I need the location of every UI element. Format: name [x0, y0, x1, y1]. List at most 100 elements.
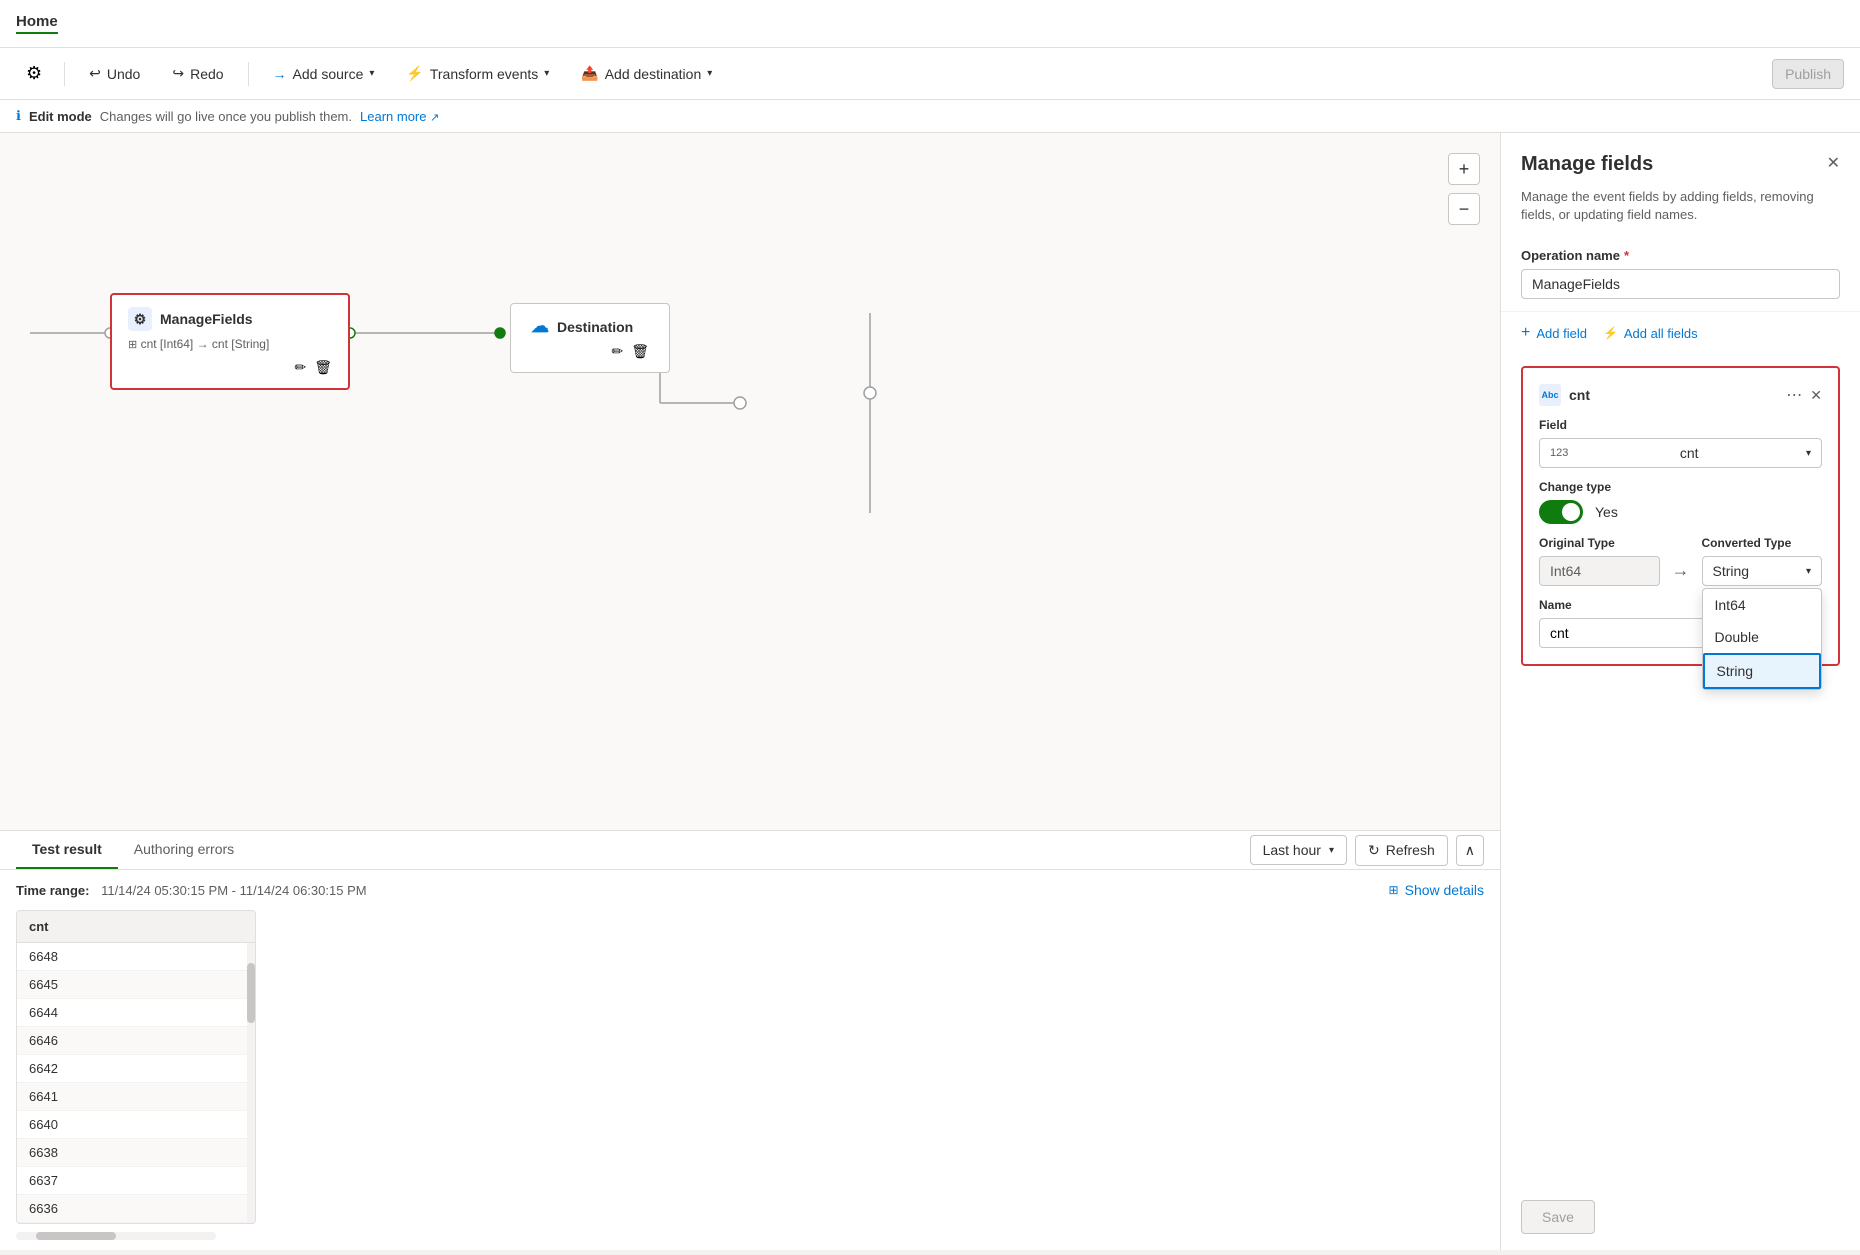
save-section: Save — [1501, 1184, 1860, 1250]
dropdown-item-double[interactable]: Double — [1703, 621, 1822, 653]
transform-events-label: Transform events — [430, 66, 538, 82]
cnt-field-header: Abc cnt ⋯ ✕ — [1539, 384, 1822, 406]
settings-button[interactable]: ⚙ — [16, 57, 52, 90]
undo-button[interactable]: Undo — [77, 59, 152, 88]
operation-name-label: Operation name * — [1521, 248, 1840, 263]
table-row: 6646 — [17, 1027, 255, 1055]
field-select-value: cnt — [1680, 445, 1699, 461]
add-destination-icon: 📤 — [581, 65, 598, 82]
manage-fields-node[interactable]: ⚙ ManageFields ⊞ cnt [Int64] → cnt [Stri… — [110, 293, 350, 390]
refresh-icon: ↻ — [1368, 842, 1380, 859]
delete-destination-button[interactable]: 🗑 — [631, 343, 649, 360]
delete-node-button[interactable]: 🗑 — [314, 359, 332, 376]
table-row: 6637 — [17, 1167, 255, 1195]
redo-icon — [172, 65, 184, 82]
cnt-more-options-button[interactable]: ⋯ — [1786, 385, 1802, 405]
original-type-label: Original Type — [1539, 536, 1660, 550]
original-type-col: Original Type Int64 — [1539, 536, 1660, 586]
zoom-in-button[interactable]: + — [1448, 153, 1480, 185]
external-link-icon: ↗ — [430, 112, 439, 124]
change-type-label: Change type — [1539, 480, 1822, 494]
add-source-button[interactable]: → Add source ▾ — [261, 60, 387, 88]
manage-fields-node-title: ManageFields — [160, 311, 253, 327]
time-range-row: Time range: 11/14/24 05:30:15 PM - 11/14… — [16, 882, 1484, 898]
last-hour-label: Last hour — [1263, 842, 1321, 858]
cnt-field-title-row: Abc cnt — [1539, 384, 1590, 406]
type-row: Original Type Int64 → Converted Type Str… — [1539, 536, 1822, 586]
bottom-tabs: Test result Authoring errors Last hour ▾… — [0, 831, 1500, 870]
destination-node-actions: ✏ 🗑 — [531, 343, 649, 360]
save-button[interactable]: Save — [1521, 1200, 1595, 1234]
converted-type-value: String — [1713, 563, 1750, 579]
close-right-panel-button[interactable]: ✕ — [1827, 153, 1840, 173]
redo-label: Redo — [190, 66, 223, 82]
main-layout: ⚙ ManageFields ⊞ cnt [Int64] → cnt [Stri… — [0, 133, 1860, 1250]
change-type-toggle[interactable] — [1539, 500, 1583, 524]
tab-authoring-errors[interactable]: Authoring errors — [118, 831, 250, 869]
cnt-field-name: cnt — [1569, 387, 1590, 403]
edit-destination-button[interactable]: ✏ — [611, 343, 623, 360]
redo-button[interactable]: Redo — [160, 59, 235, 88]
add-all-fields-label: Add all fields — [1624, 326, 1698, 341]
cnt-close-button[interactable]: ✕ — [1810, 387, 1822, 404]
top-bar: Home — [0, 0, 1860, 48]
canvas[interactable]: ⚙ ManageFields ⊞ cnt [Int64] → cnt [Stri… — [0, 133, 1500, 830]
add-destination-label: Add destination — [605, 66, 702, 82]
manage-fields-icon: ⚙ — [128, 307, 152, 331]
original-type-value: Int64 — [1539, 556, 1660, 586]
home-tab[interactable]: Home — [16, 13, 58, 34]
edit-node-button[interactable]: ✏ — [294, 359, 306, 376]
time-range-dropdown[interactable]: Last hour ▾ — [1250, 835, 1347, 865]
cnt-field-actions: ⋯ ✕ — [1786, 385, 1822, 405]
transform-chevron-icon: ▾ — [544, 68, 549, 79]
node-title: ⚙ ManageFields — [128, 307, 332, 331]
refresh-button[interactable]: ↻ Refresh — [1355, 835, 1448, 866]
add-all-fields-button[interactable]: ⚡ Add all fields — [1603, 326, 1698, 341]
scrollbar-thumb[interactable] — [247, 963, 255, 1023]
add-destination-button[interactable]: 📤 Add destination ▾ — [569, 59, 724, 88]
horizontal-scrollbar[interactable] — [16, 1232, 216, 1240]
add-source-label: Add source — [293, 66, 364, 82]
add-field-label: Add field — [1536, 326, 1587, 341]
required-indicator: * — [1624, 248, 1629, 263]
converted-type-col: Converted Type String ▾ Int64 Double Str… — [1702, 536, 1823, 586]
table-row: 6648 — [17, 943, 255, 971]
table-row: 6642 — [17, 1055, 255, 1083]
destination-icon: ☁ — [531, 316, 549, 337]
transform-events-button[interactable]: ⚡ Transform events ▾ — [394, 59, 561, 88]
field-section-label: Field — [1539, 418, 1822, 432]
time-range-info: Time range: 11/14/24 05:30:15 PM - 11/14… — [16, 883, 367, 898]
type-dropdown: Int64 Double String — [1702, 588, 1823, 690]
right-panel-description: Manage the event fields by adding fields… — [1501, 188, 1860, 236]
dropdown-item-string[interactable]: String — [1703, 653, 1822, 689]
panel-collapse-button[interactable]: ∧ — [1456, 835, 1484, 866]
plus-icon: + — [1459, 159, 1470, 180]
toolbar: ⚙ Undo Redo → Add source ▾ ⚡ Transform e… — [0, 48, 1860, 100]
right-panel-header: Manage fields ✕ — [1501, 133, 1860, 188]
change-type-section: Change type Yes — [1539, 480, 1822, 524]
table-scroll-area[interactable]: 6648 6645 6644 6646 6642 6641 6640 6638 … — [17, 943, 255, 1223]
publish-button[interactable]: Publish — [1772, 59, 1844, 89]
edit-mode-label: Edit mode — [29, 109, 92, 124]
tab-test-result[interactable]: Test result — [16, 831, 118, 869]
bottom-panel: Test result Authoring errors Last hour ▾… — [0, 830, 1500, 1250]
field-123-icon: 123 — [1550, 447, 1568, 459]
table-row: 6645 — [17, 971, 255, 999]
destination-node[interactable]: ☁ Destination ✏ 🗑 — [510, 303, 670, 373]
converted-type-select[interactable]: String ▾ — [1702, 556, 1823, 586]
show-details-label: Show details — [1405, 882, 1484, 898]
learn-more-link[interactable]: Learn more ↗ — [360, 109, 439, 124]
dropdown-item-int64[interactable]: Int64 — [1703, 589, 1822, 621]
connector-svg — [0, 133, 1500, 830]
table-row: 6638 — [17, 1139, 255, 1167]
zoom-out-button[interactable]: − — [1448, 193, 1480, 225]
add-field-row: + Add field ⚡ Add all fields — [1501, 312, 1860, 354]
add-field-button[interactable]: + Add field — [1521, 324, 1587, 342]
field-select-dropdown[interactable]: 123 cnt ▾ — [1539, 438, 1822, 468]
h-scroll-thumb[interactable] — [36, 1232, 116, 1240]
scrollbar-track[interactable] — [247, 943, 255, 1223]
data-table: cnt 6648 6645 6644 6646 6642 6641 6640 6… — [16, 910, 256, 1224]
converted-type-wrapper: String ▾ Int64 Double String — [1702, 556, 1823, 586]
show-details-button[interactable]: ⊞ Show details — [1389, 882, 1484, 898]
operation-name-input[interactable] — [1521, 269, 1840, 299]
